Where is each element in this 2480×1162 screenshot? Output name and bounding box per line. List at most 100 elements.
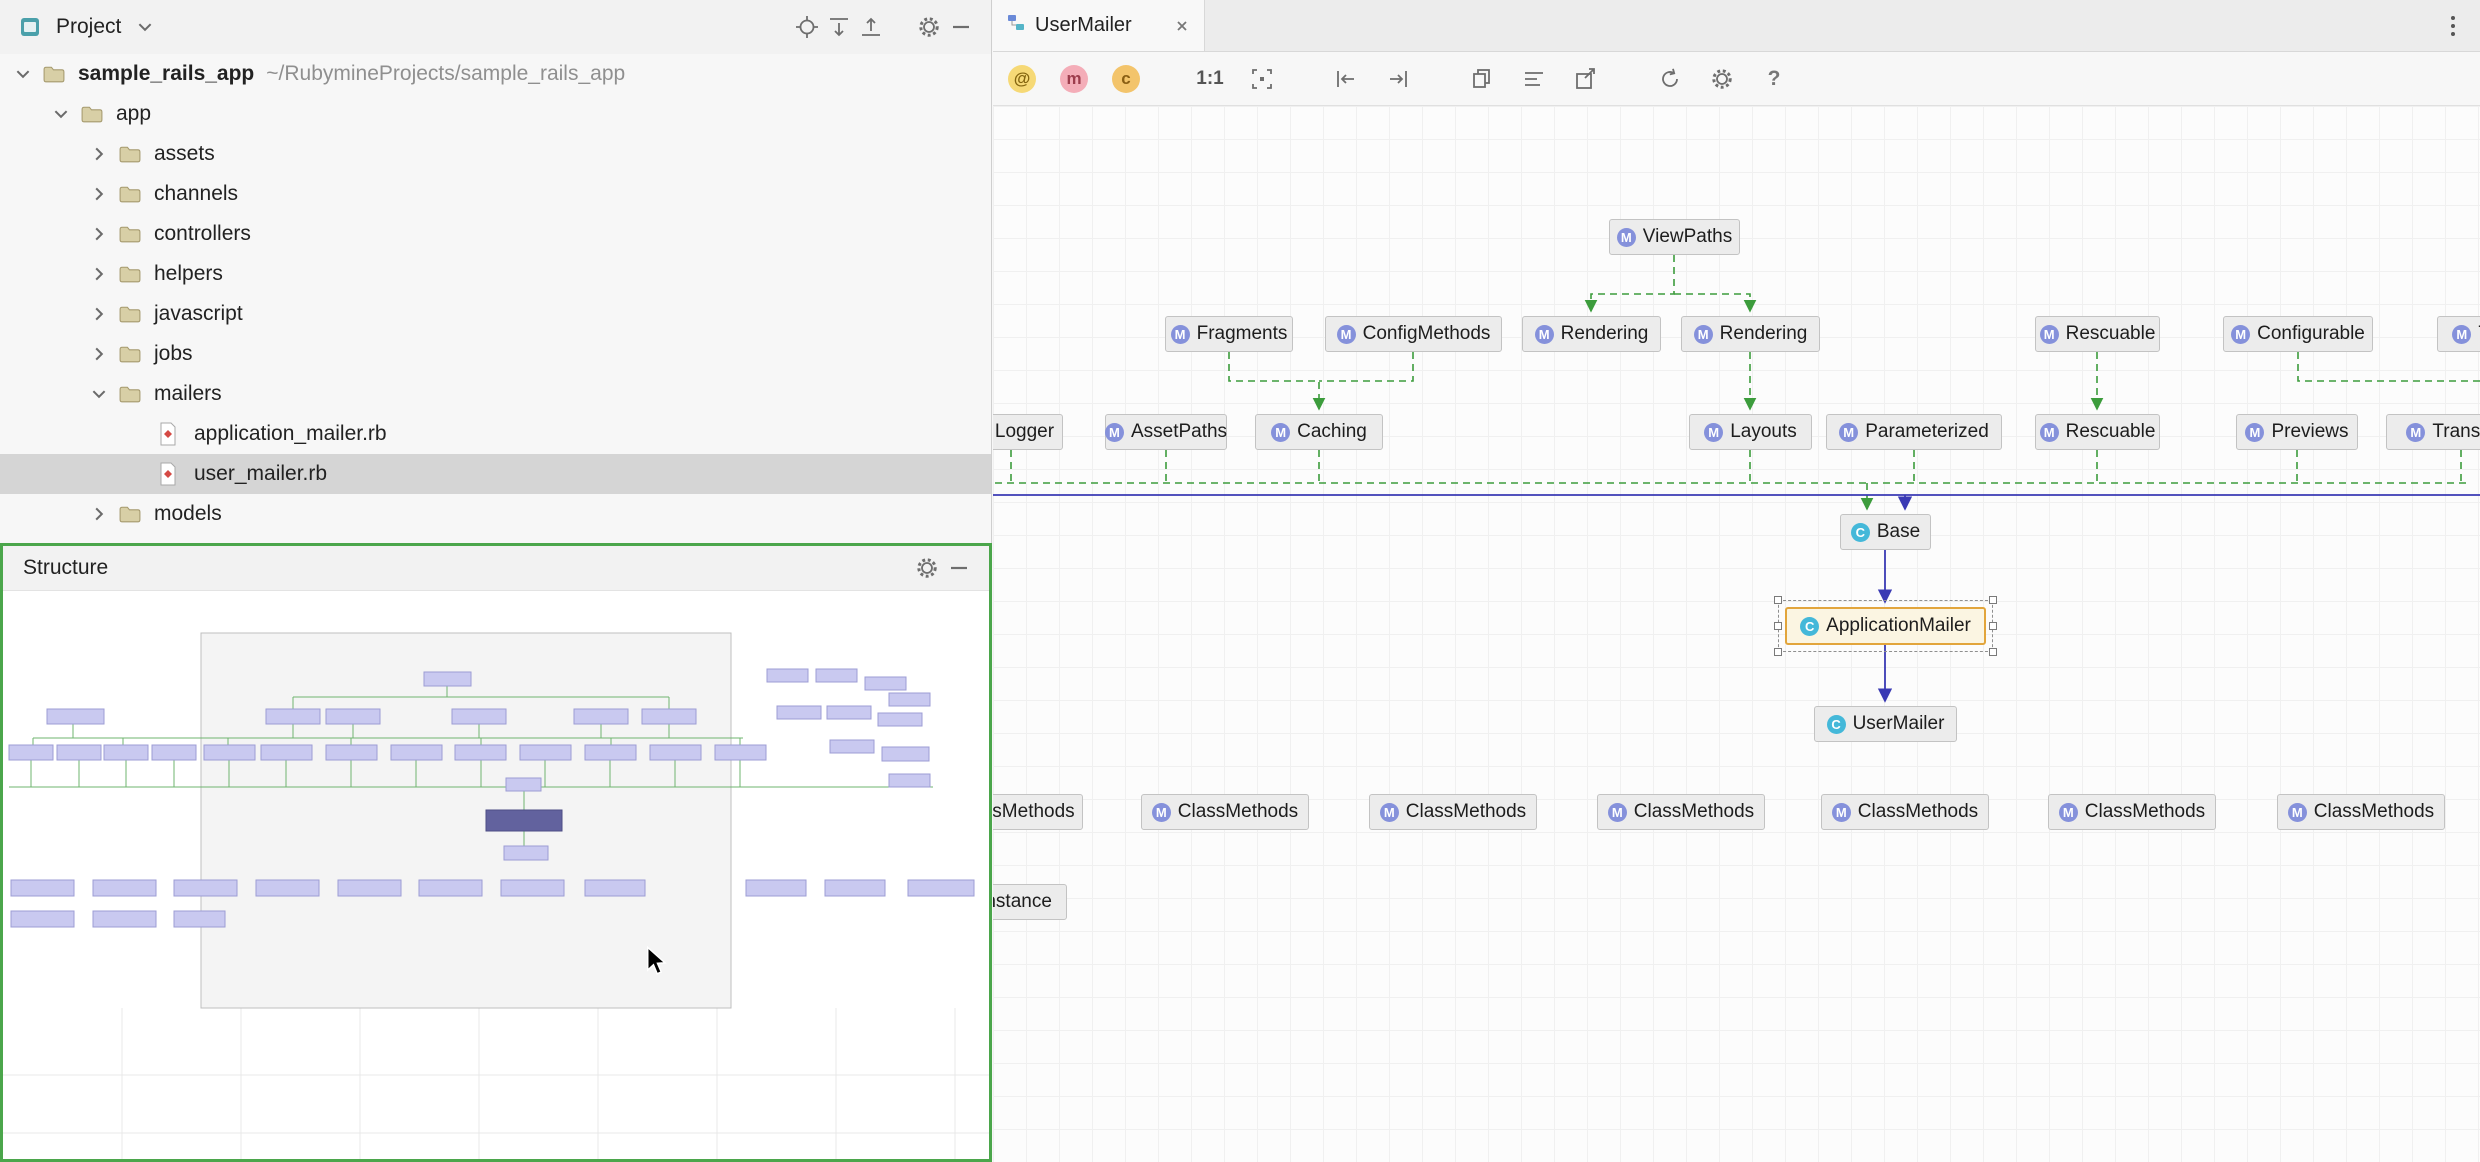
folder-icon	[118, 184, 144, 204]
tree-item-user-mailer-rb[interactable]: user_mailer.rb	[0, 454, 991, 494]
chevron-down-icon[interactable]	[48, 105, 74, 123]
chevron-right-icon[interactable]	[86, 145, 112, 163]
diagram-node-rescuable[interactable]: MRescuable	[2035, 414, 2160, 450]
show-methods-toggle[interactable]: m	[1059, 64, 1089, 94]
chevron-right-icon[interactable]	[86, 185, 112, 203]
selection-handle[interactable]	[1774, 648, 1782, 656]
diagram-node-caching[interactable]: MCaching	[1255, 414, 1383, 450]
hide-panel-button[interactable]	[945, 11, 977, 43]
tree-item-application-mailer-rb[interactable]: application_mailer.rb	[0, 414, 991, 454]
copy-diagram-button[interactable]	[1467, 64, 1497, 94]
expand-all-button[interactable]	[823, 11, 855, 43]
selection-handle[interactable]	[1989, 622, 1997, 630]
apply-layout-button[interactable]	[1519, 64, 1549, 94]
tree-item-channels[interactable]: channels	[0, 174, 991, 214]
diagram-node-translation[interactable]: MTranslation	[2386, 414, 2480, 450]
ruby-file-icon	[158, 422, 184, 446]
selection-handle[interactable]	[1774, 596, 1782, 604]
diagram-node-configurable[interactable]: MConfigurable	[2223, 316, 2373, 352]
tree-item-mailers[interactable]: mailers	[0, 374, 991, 414]
hide-panel-button[interactable]	[943, 552, 975, 584]
collapse-all-button[interactable]	[855, 11, 887, 43]
diagram-node-rendering[interactable]: MRendering	[1681, 316, 1820, 352]
show-incoming-edges-button[interactable]	[1331, 64, 1361, 94]
export-diagram-button[interactable]	[1571, 64, 1601, 94]
diagram-node-rescuable[interactable]: M Rescuable	[2035, 316, 2160, 352]
class-icon: C	[1851, 523, 1870, 542]
selection-handle[interactable]	[1989, 596, 1997, 604]
chevron-down-icon[interactable]	[129, 11, 161, 43]
tree-item-models[interactable]: models	[0, 494, 991, 534]
module-icon: M	[2059, 803, 2078, 822]
chevron-right-icon[interactable]	[86, 305, 112, 323]
diagram-node-classmethods[interactable]: MClassMethods	[2048, 794, 2216, 830]
chevron-down-icon[interactable]	[10, 65, 36, 83]
chevron-right-icon[interactable]	[86, 225, 112, 243]
diagram-minimap[interactable]	[3, 591, 989, 1159]
tree-item-jobs[interactable]: jobs	[0, 334, 991, 374]
settings-gear-icon[interactable]	[913, 11, 945, 43]
chevron-right-icon[interactable]	[86, 345, 112, 363]
tree-item-javascript[interactable]: javascript	[0, 294, 991, 334]
diagram-node-viewpaths[interactable]: MViewPaths	[1609, 219, 1740, 255]
tree-item-app[interactable]: app	[0, 94, 991, 134]
diagram-node-translation[interactable]: MTranslation	[2437, 316, 2480, 352]
help-button[interactable]: ?	[1759, 64, 1789, 94]
diagram-node-classmethods[interactable]: MClassMethods	[1369, 794, 1537, 830]
tree-item-assets[interactable]: assets	[0, 134, 991, 174]
selection-handle[interactable]	[1989, 648, 1997, 656]
diagram-node-classmethods[interactable]: MClassMethods	[993, 794, 1083, 830]
module-icon: M	[2040, 325, 2059, 344]
diagram-node-previews[interactable]: MPreviews	[2236, 414, 2358, 450]
diagram-node-usermailer[interactable]: CUserMailer	[1814, 706, 1957, 742]
settings-gear-icon[interactable]	[911, 552, 943, 584]
diagram-node-classmethods[interactable]: MClassMethods	[1597, 794, 1765, 830]
node-label: Rescuable	[2066, 323, 2156, 345]
show-outgoing-edges-button[interactable]	[1383, 64, 1413, 94]
show-constants-toggle[interactable]: c	[1111, 64, 1141, 94]
diagram-node-classmethods[interactable]: MClassMethods	[2277, 794, 2445, 830]
folder-icon	[118, 144, 144, 164]
diagram-node-instance[interactable]: MInstance	[993, 884, 1067, 920]
tree-item-helpers[interactable]: helpers	[0, 254, 991, 294]
show-attributes-toggle[interactable]: @	[1007, 64, 1037, 94]
actual-size-button[interactable]: 1:1	[1195, 64, 1225, 94]
node-label: ClassMethods	[1858, 801, 1978, 823]
locate-file-button[interactable]	[791, 11, 823, 43]
refresh-button[interactable]	[1655, 64, 1685, 94]
node-label: ClassMethods	[1178, 801, 1298, 823]
module-icon: M	[1832, 803, 1851, 822]
diagram-node-classmethods[interactable]: M ClassMethods	[1821, 794, 1989, 830]
ruby-file-icon	[158, 462, 184, 486]
folder-icon	[118, 304, 144, 324]
chevron-down-icon[interactable]	[86, 385, 112, 403]
settings-gear-icon[interactable]	[1707, 64, 1737, 94]
diagram-node-parameterized[interactable]: MParameterized	[1826, 414, 2002, 450]
tree-item-controllers[interactable]: controllers	[0, 214, 991, 254]
tree-item-sample-rails-app[interactable]: sample_rails_app~/RubymineProjects/sampl…	[0, 54, 991, 94]
diagram-node-logger[interactable]: MLogger	[993, 414, 1063, 450]
diagram-node-applicationmailer[interactable]: CApplicationMailer	[1785, 607, 1986, 645]
diagram-node-classmethods[interactable]: MClassMethods	[1141, 794, 1309, 830]
diagram-canvas[interactable]: MViewPaths MFragments MConfigMethods MRende…	[993, 106, 2480, 1162]
tree-item-label: javascript	[154, 302, 243, 326]
selection-handle[interactable]	[1774, 622, 1782, 630]
diagram-node-rendering[interactable]: MRendering	[1522, 316, 1661, 352]
tree-item-label: assets	[154, 142, 215, 166]
node-label: Logger	[995, 421, 1054, 443]
fit-content-button[interactable]	[1247, 64, 1277, 94]
diagram-file-icon	[1007, 14, 1025, 37]
tree-item-label: jobs	[154, 342, 193, 366]
diagram-node-base[interactable]: CBase	[1840, 514, 1931, 550]
more-options-icon[interactable]	[2438, 10, 2468, 42]
node-label: Instance	[993, 891, 1052, 913]
diagram-node-fragments[interactable]: MFragments	[1165, 316, 1293, 352]
chevron-right-icon[interactable]	[86, 505, 112, 523]
close-tab-icon[interactable]	[1174, 18, 1190, 34]
class-icon: C	[1827, 715, 1846, 734]
diagram-node-assetpaths[interactable]: MAssetPaths	[1105, 414, 1227, 450]
tab-usermailer[interactable]: UserMailer	[993, 0, 1205, 51]
diagram-node-layouts[interactable]: MLayouts	[1689, 414, 1812, 450]
chevron-right-icon[interactable]	[86, 265, 112, 283]
diagram-node-configmethods[interactable]: MConfigMethods	[1325, 316, 1502, 352]
